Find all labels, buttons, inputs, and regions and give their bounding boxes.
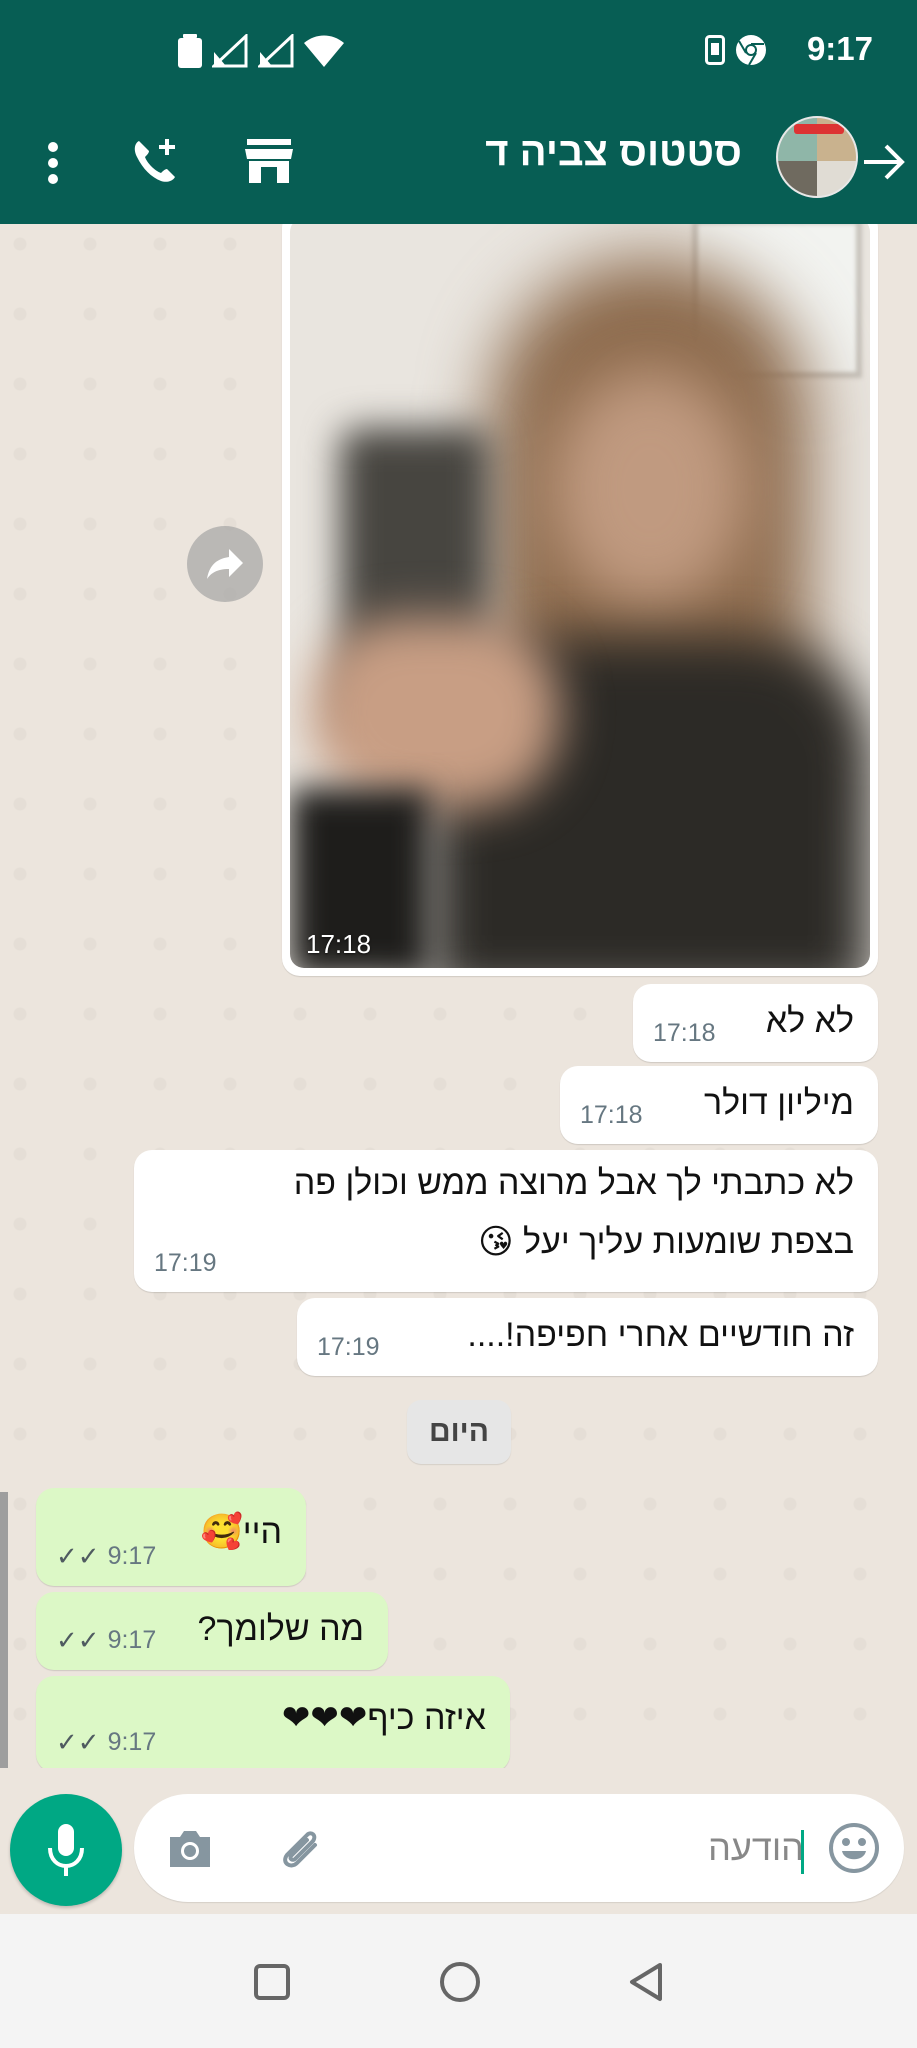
- image-message[interactable]: 17:18: [282, 224, 878, 976]
- back-arrow-icon[interactable]: [859, 132, 909, 192]
- more-options-icon[interactable]: [30, 130, 76, 196]
- double-check-icon: ✓✓: [56, 1727, 100, 1757]
- text-cursor: [801, 1830, 804, 1874]
- message-time: 9:17: [107, 1626, 157, 1654]
- camera-icon[interactable]: [162, 1820, 218, 1876]
- message-field[interactable]: [134, 1794, 904, 1902]
- message-text: מה שלומך?: [197, 1610, 364, 1648]
- avatar[interactable]: [776, 116, 858, 198]
- read-receipt-icon: ✓✓ 9:17: [56, 1727, 156, 1758]
- message-time: 17:19: [154, 1249, 217, 1277]
- signal-icon: [210, 32, 248, 73]
- composer-bar: [0, 1768, 917, 1914]
- home-icon[interactable]: [434, 1956, 486, 2008]
- status-left-icons: [178, 32, 344, 73]
- chat-area[interactable]: 17:18 לא לא 17:18 מיליון דולר 17:18 לא כ…: [0, 224, 917, 1914]
- contact-name[interactable]: סטטוס צביה ד: [485, 130, 742, 175]
- message-text: לא לא: [765, 1002, 854, 1040]
- battery-icon: [178, 34, 202, 73]
- forward-icon[interactable]: [187, 526, 263, 602]
- message-time: 17:18: [580, 1101, 643, 1129]
- status-time: 9:17: [806, 30, 873, 67]
- status-right-icons: [705, 34, 767, 71]
- message-bubble-outgoing[interactable]: היי🥰 ✓✓ 9:17: [36, 1488, 306, 1586]
- message-bubble[interactable]: מיליון דולר 17:18: [560, 1066, 878, 1144]
- message-text-line: בצפת שומעות עליך יעל 😘: [478, 1223, 854, 1261]
- message-text-line: לא כתבתי לך אבל מרוצה ממש וכולן פה: [293, 1164, 854, 1202]
- add-call-icon[interactable]: [122, 128, 188, 194]
- photo-blurred[interactable]: 17:18: [290, 224, 870, 968]
- sim-icon: [705, 35, 725, 70]
- selection-bar: [0, 1492, 8, 1784]
- message-bubble[interactable]: זה חודשיים אחרי חפיפה!.... 17:19: [297, 1298, 878, 1376]
- recents-icon[interactable]: [248, 1958, 296, 2006]
- read-receipt-icon: ✓✓ 9:17: [56, 1625, 156, 1656]
- emoji-icon[interactable]: [824, 1818, 884, 1878]
- read-receipt-icon: ✓✓ 9:17: [56, 1541, 156, 1572]
- store-icon[interactable]: [236, 128, 302, 194]
- message-time: 9:17: [107, 1728, 157, 1756]
- signal-icon: [256, 32, 294, 73]
- message-time: 17:19: [317, 1333, 380, 1361]
- date-divider: היום: [407, 1400, 511, 1464]
- chat-header: סטטוס צביה ד: [0, 104, 917, 224]
- message-text: איזה כיף❤❤❤: [281, 1699, 486, 1737]
- message-input[interactable]: [404, 1818, 804, 1878]
- attach-icon[interactable]: [270, 1818, 330, 1878]
- message-text: זה חודשיים אחרי חפיפה!....: [467, 1316, 854, 1354]
- message-time: 9:17: [107, 1542, 157, 1570]
- double-check-icon: ✓✓: [56, 1541, 100, 1571]
- message-bubble[interactable]: לא כתבתי לך אבל מרוצה ממש וכולן פה בצפת …: [134, 1150, 878, 1292]
- message-text: מיליון דולר: [704, 1084, 854, 1122]
- message-time: 17:18: [306, 929, 372, 959]
- message-bubble[interactable]: לא לא 17:18: [633, 984, 878, 1062]
- status-bar: 9:17: [0, 0, 917, 104]
- mic-icon[interactable]: [10, 1794, 122, 1906]
- message-bubble-outgoing[interactable]: איזה כיף❤❤❤ ✓✓ 9:17: [36, 1676, 510, 1772]
- chrome-icon: [735, 34, 767, 71]
- double-check-icon: ✓✓: [56, 1625, 100, 1655]
- message-bubble-outgoing[interactable]: מה שלומך? ✓✓ 9:17: [36, 1592, 388, 1670]
- system-nav-bar: [0, 1914, 917, 2048]
- wifi-icon: [304, 35, 344, 72]
- back-icon[interactable]: [620, 1956, 672, 2008]
- message-text: היי🥰: [200, 1513, 282, 1551]
- message-time: 17:18: [653, 1019, 716, 1047]
